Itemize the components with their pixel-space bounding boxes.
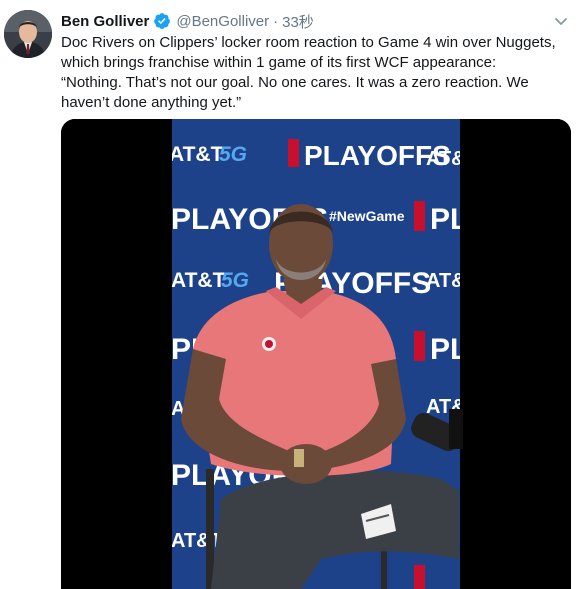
tweet-text: Doc Rivers on Clippers’ locker room reac… <box>61 33 576 113</box>
timestamp[interactable]: 33秒 <box>282 11 314 32</box>
nba-logo-icon <box>414 201 425 231</box>
tweet-header: Ben Golliver @BenGolliver · 33秒 <box>61 10 314 32</box>
video-frame: AT&T 5G PLAYOFFS AT&T PLAYOFFS #NewGame … <box>61 119 571 589</box>
separator-dot: · <box>273 12 279 30</box>
video-player[interactable]: AT&T 5G PLAYOFFS AT&T PLAYOFFS #NewGame … <box>61 119 571 589</box>
tweet-card: Ben Golliver @BenGolliver · 33秒 Doc Rive… <box>0 0 582 589</box>
backdrop-newgame-text: #NewGame <box>329 208 405 224</box>
backdrop-5g-text: 5G <box>219 143 247 166</box>
author-handle[interactable]: @BenGolliver <box>176 13 269 30</box>
backdrop-att-text: AT&T <box>171 530 223 552</box>
nba-logo-icon <box>414 331 425 361</box>
avatar[interactable] <box>4 10 52 58</box>
tweet-text-line: “Nothing. That’s not our goal. No one ca… <box>61 74 529 91</box>
verified-badge-icon <box>153 12 171 30</box>
backdrop-att-text: AT&T <box>171 269 226 292</box>
backdrop-5g-text: 5G <box>221 269 249 292</box>
nba-logo-icon <box>288 139 299 167</box>
author-name[interactable]: Ben Golliver <box>61 13 149 30</box>
backdrop-att-text: AT&T <box>169 143 224 166</box>
tweet-text-line: haven’t done anything yet.” <box>61 94 242 111</box>
tweet-text-line: Doc Rivers on Clippers’ locker room reac… <box>61 34 556 51</box>
nba-logo-icon <box>414 565 425 589</box>
tweet-text-line: which brings franchise within 1 game of … <box>61 54 497 71</box>
chevron-down-icon[interactable] <box>552 12 570 30</box>
